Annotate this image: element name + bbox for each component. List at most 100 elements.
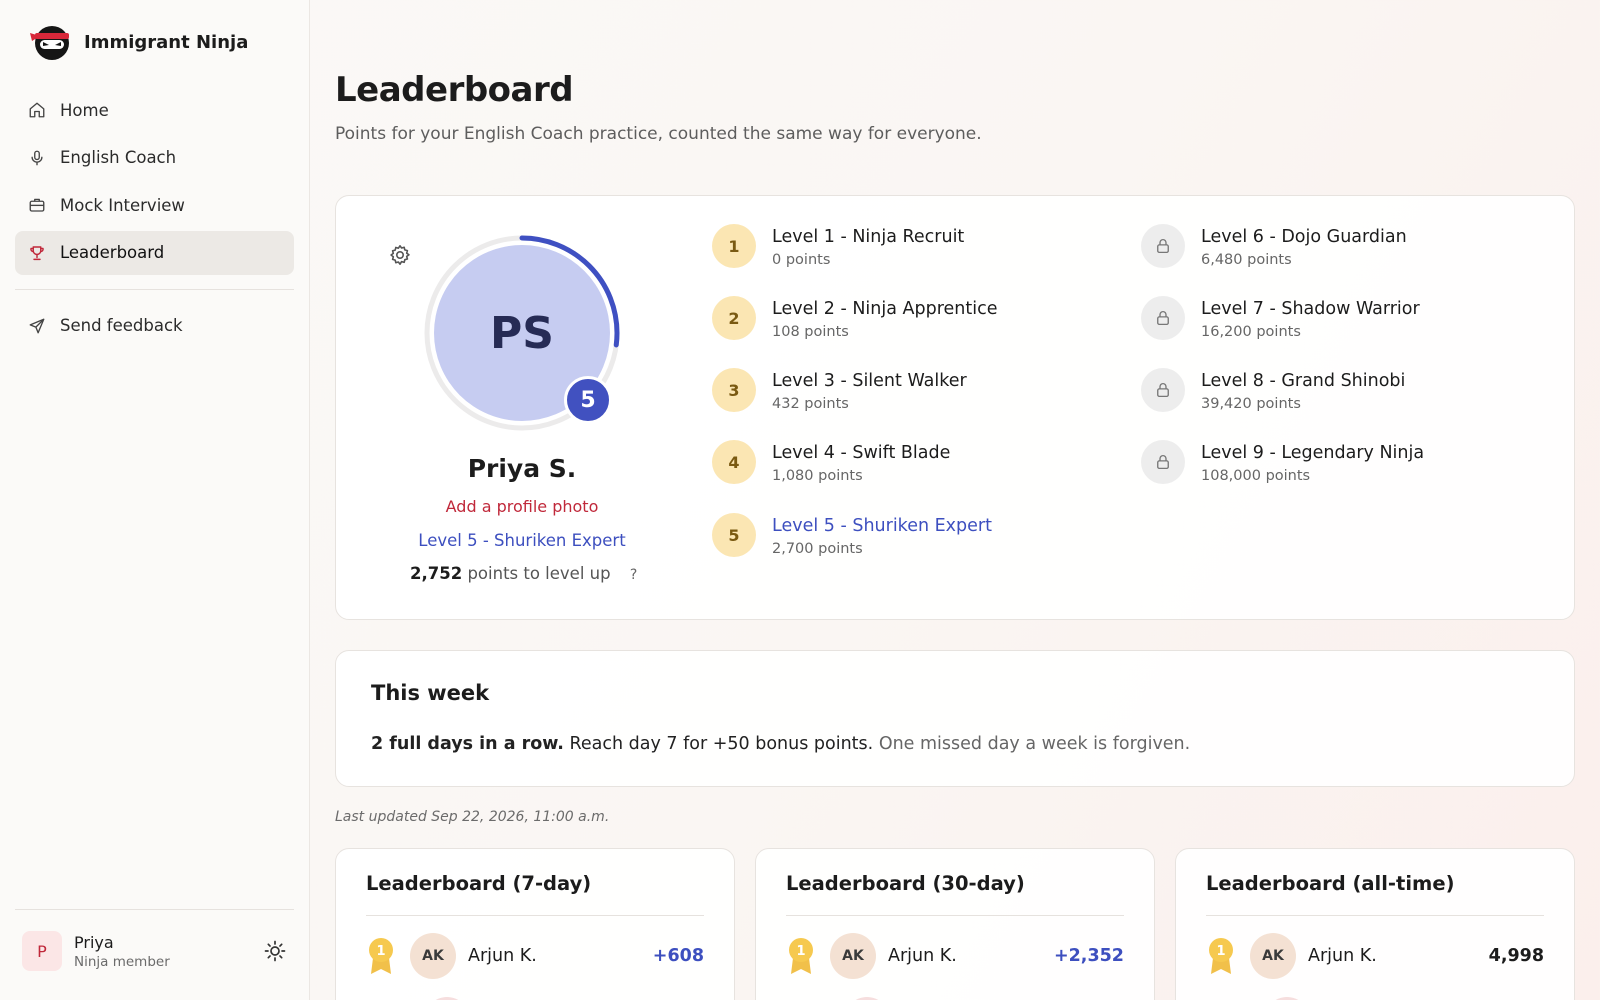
level-item-7: Level 7 - Shadow Warrior 16,200 points [1141, 296, 1420, 340]
microphone-icon [31, 150, 43, 165]
points-to-level-up-text: points to level up [467, 564, 611, 583]
home-icon [29, 102, 45, 118]
medal-rank: 1 [376, 944, 385, 959]
level-item-1: 1 Level 1 - Ninja Recruit 0 points [712, 224, 964, 268]
ninja-logo-icon [26, 22, 72, 62]
user-info: Priya Ninja member [74, 933, 260, 970]
add-profile-photo-link[interactable]: Add a profile photo [336, 497, 708, 516]
level-points: 6,480 points [1201, 252, 1292, 268]
send-feedback-link[interactable]: Send feedback [15, 304, 294, 348]
level-points: 432 points [772, 396, 849, 412]
help-icon[interactable]: ? [630, 567, 637, 583]
leaderboard-all-time-card: Leaderboard (all-time) 1 AK Arjun K. 4,9… [1175, 848, 1575, 1000]
level-points: 108 points [772, 324, 849, 340]
sidebar-item-english-coach[interactable]: English Coach [15, 136, 294, 180]
leaderboard-title: Leaderboard (7-day) [366, 872, 592, 895]
level-item-9: Level 9 - Legendary Ninja 108,000 points [1141, 440, 1424, 484]
level-item-2: 2 Level 2 - Ninja Apprentice 108 points [712, 296, 998, 340]
level-title: Level 3 - Silent Walker [772, 371, 967, 391]
divider [1206, 915, 1544, 916]
week-title: This week [371, 681, 490, 705]
profile-card: PS 5 Priya S. Add a profile photo Level … [335, 195, 1575, 620]
level-title: Level 5 - Shuriken Expert [772, 516, 992, 536]
table-row[interactable]: 1 AK Arjun K. +2,352 [786, 933, 1124, 979]
level-points: 2,700 points [772, 541, 863, 557]
streak-note: One missed day a week is forgiven. [878, 734, 1191, 754]
sidebar-item-mock-interview[interactable]: Mock Interview [15, 183, 294, 227]
leader-score: +608 [652, 946, 704, 966]
sidebar: Immigrant Ninja Home English Coach Mock … [0, 0, 310, 1000]
send-icon [29, 318, 45, 333]
leader-name: Arjun K. [1308, 946, 1377, 966]
gear-icon[interactable] [388, 243, 412, 267]
level-number-badge: 3 [712, 368, 756, 412]
trophy-icon [30, 245, 44, 260]
sidebar-item-home[interactable]: Home [15, 88, 294, 132]
level-number-badge: 4 [712, 440, 756, 484]
avatar: AK [410, 933, 456, 979]
avatar: AK [1250, 933, 1296, 979]
level-points: 16,200 points [1201, 324, 1301, 340]
page-subtitle: Points for your English Coach practice, … [335, 124, 982, 144]
sidebar-nav: Home English Coach Mock Interview Leader… [15, 88, 294, 351]
table-row[interactable]: 1 AK Arjun K. 4,998 [1206, 933, 1544, 979]
leaderboard-title: Leaderboard (all-time) [1206, 872, 1455, 895]
streak-bold: 2 full days in a row. [371, 734, 564, 754]
sidebar-item-label: Home [60, 100, 109, 120]
level-title: Level 6 - Dojo Guardian [1201, 227, 1407, 247]
sun-icon [264, 940, 286, 962]
level-title: Level 7 - Shadow Warrior [1201, 299, 1420, 319]
send-feedback-label: Send feedback [60, 316, 183, 335]
lock-icon [1141, 368, 1185, 412]
level-title: Level 8 - Grand Shinobi [1201, 371, 1406, 391]
level-item-6: Level 6 - Dojo Guardian 6,480 points [1141, 224, 1407, 268]
level-number-badge: 1 [712, 224, 756, 268]
this-week-card: This week 2 full days in a row. Reach da… [335, 650, 1575, 787]
lock-icon [1141, 440, 1185, 484]
points-to-level-up: 2,752 points to level up ? [410, 564, 637, 583]
medal-icon: 1 [1209, 938, 1233, 974]
briefcase-icon [29, 198, 45, 212]
sidebar-item-leaderboard[interactable]: Leaderboard [15, 230, 294, 275]
level-title: Level 4 - Swift Blade [772, 443, 951, 463]
level-title: Level 1 - Ninja Recruit [772, 227, 965, 247]
level-points: 1,080 points [772, 468, 863, 484]
level-number-badge: 2 [712, 296, 756, 340]
leaderboard-7-day-card: Leaderboard (7-day) 1 AK Arjun K. +608 [335, 848, 735, 1000]
level-item-5: 5 Level 5 - Shuriken Expert 2,700 points [712, 513, 992, 557]
table-row[interactable]: 1 AK Arjun K. +608 [366, 933, 704, 979]
level-badge: 5 [564, 376, 612, 424]
divider [366, 915, 704, 916]
current-level-label: Level 5 - Shuriken Expert [418, 531, 626, 550]
medal-rank: 1 [1216, 944, 1225, 959]
medal-rank: 1 [796, 944, 805, 959]
sidebar-item-label: Leaderboard [60, 243, 165, 262]
sidebar-item-label: Mock Interview [60, 195, 185, 215]
theme-toggle-button[interactable] [260, 936, 290, 966]
user-role: Ninja member [74, 953, 170, 970]
nav-divider [15, 288, 294, 290]
last-updated: Last updated Sep 22, 2026, 11:00 a.m. [335, 809, 610, 825]
level-title: Level 9 - Legendary Ninja [1201, 443, 1425, 463]
avatar: AK [830, 933, 876, 979]
lock-icon [1141, 296, 1185, 340]
lock-icon [1141, 224, 1185, 268]
level-points: 39,420 points [1201, 396, 1301, 412]
avatar[interactable]: P [22, 931, 62, 971]
level-number-badge: 5 [712, 513, 756, 557]
level-title: Level 2 - Ninja Apprentice [772, 299, 998, 319]
points-to-level-up-value: 2,752 [410, 564, 463, 583]
leader-name: Arjun K. [888, 946, 957, 966]
medal-icon: 1 [369, 938, 393, 974]
divider [786, 915, 1124, 916]
leader-score: +2,352 [1053, 946, 1124, 966]
profile-name: Priya S. [467, 454, 577, 483]
level-item-8: Level 8 - Grand Shinobi 39,420 points [1141, 368, 1405, 412]
page-title: Leaderboard [335, 70, 574, 110]
level-item-4: 4 Level 4 - Swift Blade 1,080 points [712, 440, 950, 484]
leaderboard-30-day-card: Leaderboard (30-day) 1 AK Arjun K. +2,35… [755, 848, 1155, 1000]
brand[interactable]: Immigrant Ninja [26, 22, 248, 62]
user-name: Priya [74, 932, 114, 952]
leader-name: Arjun K. [468, 946, 537, 966]
streak-text: 2 full days in a row. Reach day 7 for +5… [371, 734, 1190, 754]
